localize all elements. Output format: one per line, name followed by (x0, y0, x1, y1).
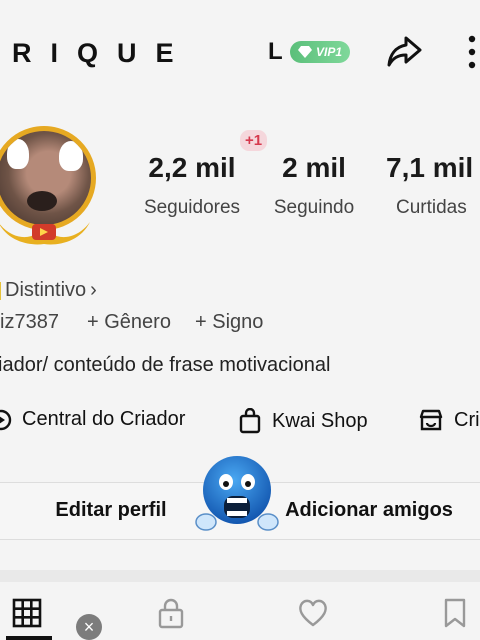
heart-icon (299, 599, 327, 627)
creator-center-icon (0, 409, 12, 430)
profile-bio: iador/ conteúdo de frase motivacional (0, 354, 331, 376)
profile-username: RIQUE (12, 38, 193, 68)
new-followers-badge: +1 (240, 130, 268, 151)
lock-icon (158, 598, 184, 629)
store-label: Cri (454, 408, 480, 431)
kwai-shop-button[interactable]: Kwai Shop (238, 408, 368, 434)
badge-link-label: Distintivo (5, 279, 87, 301)
badge-marker (0, 281, 1, 300)
diamond-icon (297, 46, 312, 58)
store-button[interactable]: Cri (418, 408, 480, 432)
followers-count[interactable]: 2,2 mil (134, 152, 250, 184)
close-icon[interactable]: × (76, 614, 102, 640)
tab-posts[interactable] (10, 596, 44, 630)
kwai-shop-label: Kwai Shop (272, 409, 368, 432)
following-label[interactable]: Seguindo (256, 197, 372, 219)
tab-saved[interactable] (438, 596, 472, 630)
share-icon[interactable] (384, 32, 424, 72)
avatar-image (0, 126, 96, 230)
scared-face-emoji-icon (195, 456, 279, 531)
bookmark-icon (444, 598, 466, 628)
user-id[interactable]: iz7387 (0, 311, 59, 334)
tab-liked[interactable] (296, 596, 330, 630)
likes-count[interactable]: 7,1 mil (386, 152, 480, 184)
selected-tab-indicator (6, 636, 52, 640)
avatar-frame-crest (0, 222, 90, 245)
following-count[interactable]: 2 mil (256, 152, 372, 184)
add-sign-button[interactable]: + Signo (195, 311, 263, 334)
vip-label: VIP1 (315, 45, 342, 59)
add-gender-button[interactable]: + Gênero (87, 311, 171, 334)
shopping-bag-icon (239, 408, 261, 434)
creator-center-button[interactable]: Central do Criador (0, 408, 185, 431)
avatar[interactable] (0, 122, 108, 252)
chevron-right-icon: › (90, 279, 97, 301)
add-friends-button[interactable]: Adicionar amigos (258, 482, 480, 538)
more-vertical-icon[interactable] (464, 34, 480, 70)
store-icon (419, 409, 443, 431)
badge-link[interactable]: Distintivo › (0, 279, 97, 302)
section-divider (0, 570, 480, 582)
grid-icon (12, 598, 42, 628)
followers-label[interactable]: Seguidores (134, 197, 250, 219)
likes-label[interactable]: Curtidas (396, 197, 480, 219)
level-letter: L (268, 38, 283, 65)
vip-badge[interactable]: VIP1 (290, 41, 350, 63)
tab-private[interactable] (154, 596, 188, 630)
creator-center-label: Central do Criador (22, 408, 186, 430)
edit-profile-button[interactable]: Editar perfil (0, 482, 222, 538)
